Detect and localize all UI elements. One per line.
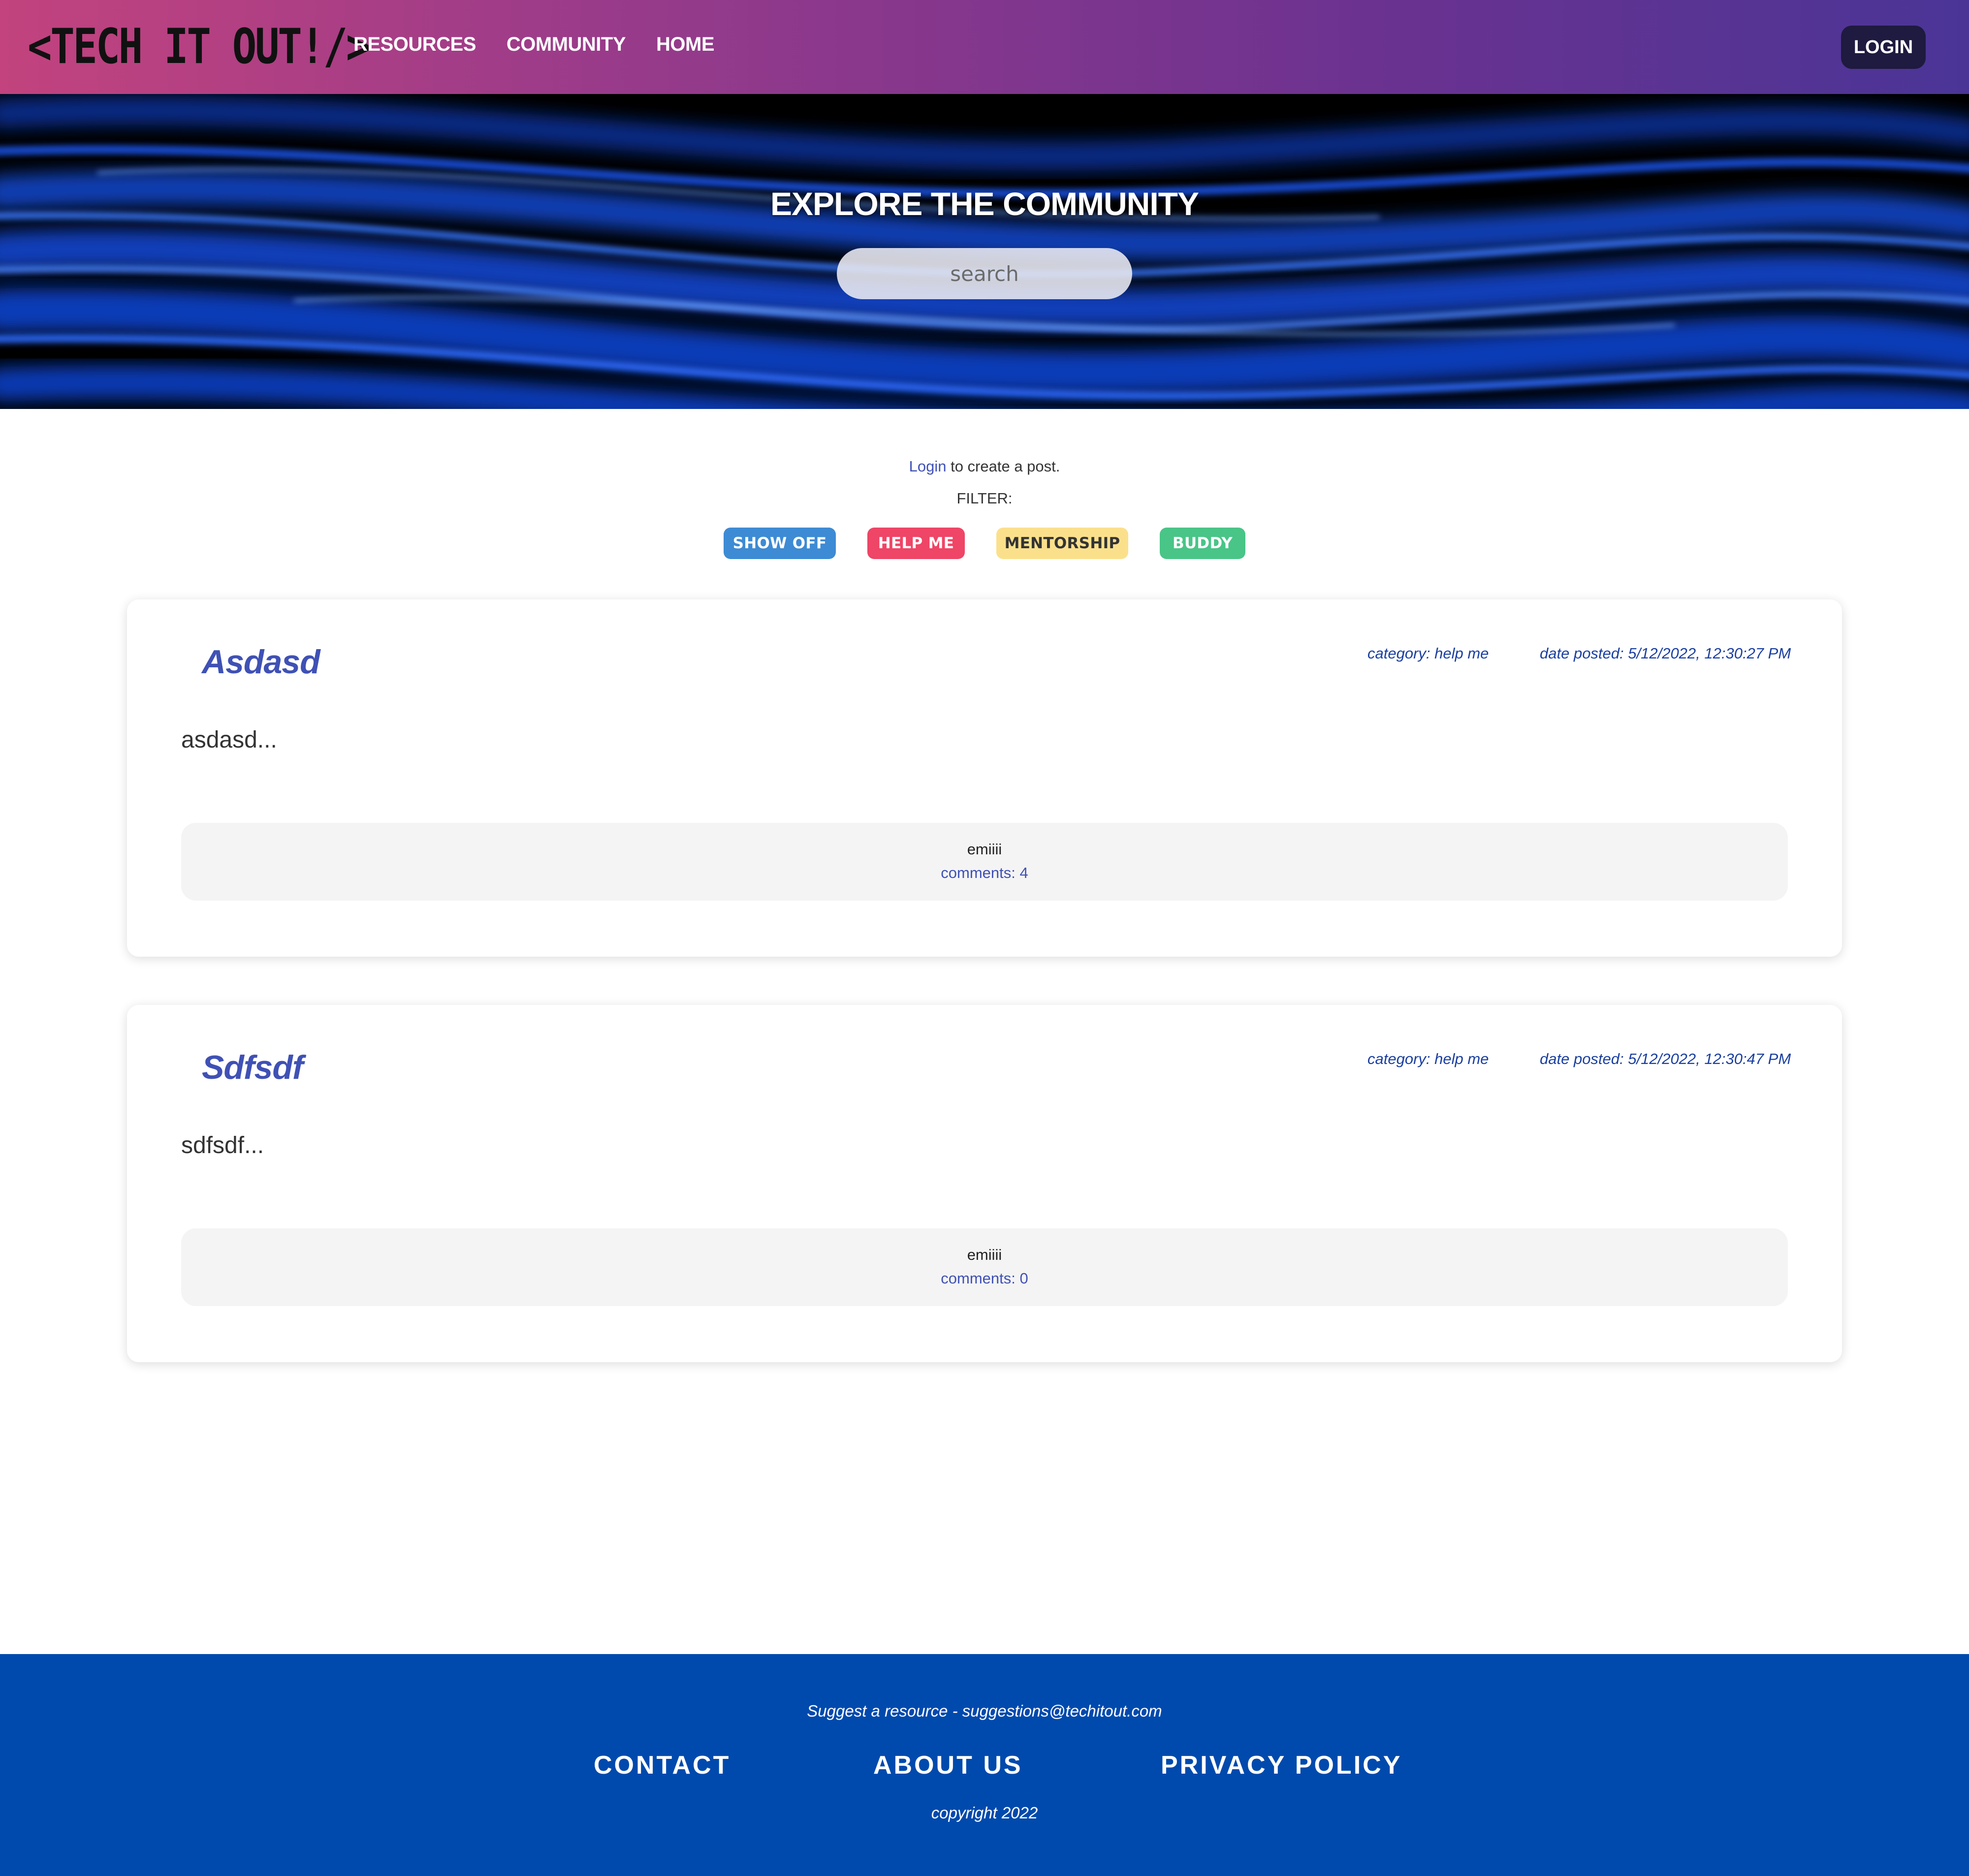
post-body: asdasd...	[181, 727, 277, 753]
post-comments-link[interactable]: comments: 4	[181, 864, 1788, 882]
nav-link-home[interactable]: HOME	[656, 33, 715, 56]
page: <TECH IT OUT!/> RESOURCES COMMUNITY HOME…	[0, 0, 1969, 1876]
filter-show-off-button[interactable]: SHOW OFF	[724, 528, 836, 559]
suggest-resource-text: Suggest a resource - suggestions@techito…	[807, 1702, 1162, 1720]
hero-title: EXPLORE THE COMMUNITY	[770, 186, 1199, 222]
post-date: date posted: 5/12/2022, 12:30:27 PM	[1540, 645, 1791, 662]
filter-buddy-button[interactable]: BUDDY	[1160, 528, 1245, 559]
login-hint-text: to create a post.	[946, 458, 1060, 475]
post-author: emiiii	[967, 1246, 1002, 1263]
post-category: category: help me	[1367, 1050, 1489, 1067]
site-logo[interactable]: <TECH IT OUT!/>	[28, 15, 370, 79]
filter-mentorship-button[interactable]: MENTORSHIP	[996, 528, 1128, 559]
main-nav: RESOURCES COMMUNITY HOME	[353, 33, 715, 56]
post-date: date posted: 5/12/2022, 12:30:47 PM	[1540, 1050, 1791, 1067]
filter-help-me-button[interactable]: HELP ME	[867, 528, 965, 559]
post-category: category: help me	[1367, 645, 1489, 662]
filter-label: FILTER:	[956, 490, 1013, 507]
footer-link-about-us[interactable]: ABOUT US	[873, 1751, 1023, 1780]
login-link[interactable]: Login	[909, 458, 947, 475]
hero-banner: EXPLORE THE COMMUNITY	[0, 94, 1969, 409]
post-author: emiiii	[967, 841, 1002, 858]
footer-link-privacy-policy[interactable]: PRIVACY POLICY	[1161, 1751, 1402, 1780]
post-title[interactable]: Asdasd	[202, 643, 320, 681]
footer-links: CONTACT ABOUT US PRIVACY POLICY	[0, 1751, 1969, 1785]
search-input[interactable]	[837, 248, 1132, 299]
login-button[interactable]: LOGIN	[1841, 26, 1926, 69]
site-footer: Suggest a resource - suggestions@techito…	[0, 1654, 1969, 1876]
post-footer: emiiii comments: 0	[181, 1228, 1788, 1306]
post-title[interactable]: Sdfsdf	[202, 1048, 304, 1087]
post-body: sdfsdf...	[181, 1132, 264, 1158]
post-card[interactable]: Sdfsdf category: help me date posted: 5/…	[127, 1005, 1842, 1362]
filter-bar: SHOW OFF HELP ME MENTORSHIP BUDDY	[0, 528, 1969, 559]
post-footer: emiiii comments: 4	[181, 823, 1788, 901]
footer-link-contact[interactable]: CONTACT	[594, 1751, 730, 1780]
login-hint: Login to create a post.	[0, 458, 1969, 475]
nav-link-resources[interactable]: RESOURCES	[353, 33, 476, 56]
post-card[interactable]: Asdasd category: help me date posted: 5/…	[127, 599, 1842, 957]
post-comments-link[interactable]: comments: 0	[181, 1270, 1788, 1287]
copyright-text: copyright 2022	[931, 1804, 1038, 1822]
top-navbar: <TECH IT OUT!/> RESOURCES COMMUNITY HOME…	[0, 0, 1969, 94]
nav-link-community[interactable]: COMMUNITY	[507, 33, 626, 56]
